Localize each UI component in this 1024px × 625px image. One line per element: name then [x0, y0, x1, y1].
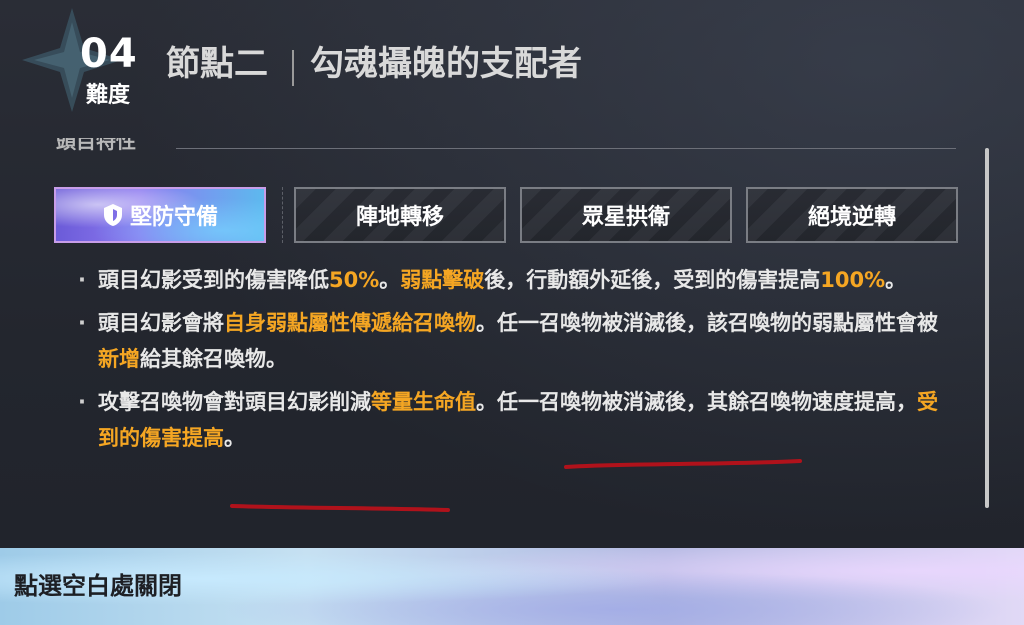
trait-description-item: · 頭目幻影受到的傷害降低50%。弱點擊破後，行動額外延後，受到的傷害提高100… — [78, 262, 948, 298]
difficulty-label: 難度 — [86, 83, 131, 108]
annotation-underline — [230, 504, 450, 512]
description-segment: 。 — [885, 268, 907, 292]
tab-trait-4[interactable]: 絕境逆轉 — [746, 187, 958, 243]
bullet-dot: · — [78, 268, 86, 292]
bullet-dot: · — [78, 311, 86, 335]
trait-description-list: · 頭目幻影受到的傷害降低50%。弱點擊破後，行動額外延後，受到的傷害提高100… — [78, 262, 948, 463]
highlight-segment: 等量生命值 — [371, 390, 476, 414]
trait-description-item: · 頭目幻影會將自身弱點屬性傳遞給召喚物。任一召喚物被消滅後，該召喚物的弱點屬性… — [78, 305, 948, 377]
highlight-segment: 自身弱點屬性傳遞給召喚物 — [224, 311, 476, 335]
close-hint-text: 點選空白處關閉 — [14, 572, 182, 600]
tab-trait-1[interactable]: 堅防守備 — [54, 187, 266, 243]
tab-trait-2[interactable]: 陣地轉移 — [294, 187, 506, 243]
description-segment: 頭目幻影受到的傷害降低 — [98, 268, 329, 292]
close-hint-bar[interactable]: 點選空白處關閉 — [0, 548, 1024, 625]
highlight-segment: 新增 — [98, 347, 140, 371]
tabs-divider — [282, 187, 283, 243]
challenge-detail-panel: 04 難度 節點二 勾魂攝魄的支配者 頭目特性 堅防守備 陣地轉移 眾星拱衛 絕… — [0, 0, 1024, 625]
highlight-segment: 弱點擊破 — [400, 268, 485, 292]
tab-label: 眾星拱衛 — [581, 205, 670, 230]
tab-trait-3[interactable]: 眾星拱衛 — [520, 187, 732, 243]
description-segment: 。 — [379, 268, 401, 292]
title-divider — [292, 50, 294, 86]
section-divider — [176, 148, 956, 149]
node-title: 節點二 — [166, 44, 268, 84]
section-header: 頭目特性 — [56, 138, 956, 160]
description-segment: 。任一召喚物被消滅後，該召喚物的弱點屬性會被 — [476, 311, 938, 335]
difficulty-emblem: 04 難度 — [22, 8, 152, 128]
description-segment: 。 — [224, 426, 245, 450]
description-segment: 給其餘召喚物。 — [140, 347, 287, 371]
difficulty-number: 04 — [80, 31, 138, 77]
trait-description-item: · 攻擊召喚物會對頭目幻影削減等量生命值。任一召喚物被消滅後，其餘召喚物速度提高… — [78, 384, 948, 456]
scrollbar[interactable] — [985, 148, 989, 508]
boss-title: 勾魂攝魄的支配者 — [310, 44, 582, 84]
highlight-segment: 100% — [820, 268, 886, 292]
description-segment: 頭目幻影會將 — [98, 311, 224, 335]
description-segment: 攻擊召喚物會對頭目幻影削減 — [98, 390, 371, 414]
tab-label: 堅防守備 — [129, 205, 218, 230]
annotation-underline — [564, 459, 802, 469]
bullet-dot: · — [78, 390, 86, 414]
section-label: 頭目特性 — [56, 138, 136, 153]
shield-icon — [102, 203, 124, 227]
description-segment: 後，行動額外延後，受到的傷害提高 — [484, 268, 821, 292]
tab-label: 絕境逆轉 — [807, 205, 896, 230]
tab-label: 陣地轉移 — [355, 205, 444, 230]
description-segment: 。任一召喚物被消滅後，其餘召喚物速度提高， — [476, 390, 917, 414]
highlight-segment: 50% — [329, 268, 380, 292]
